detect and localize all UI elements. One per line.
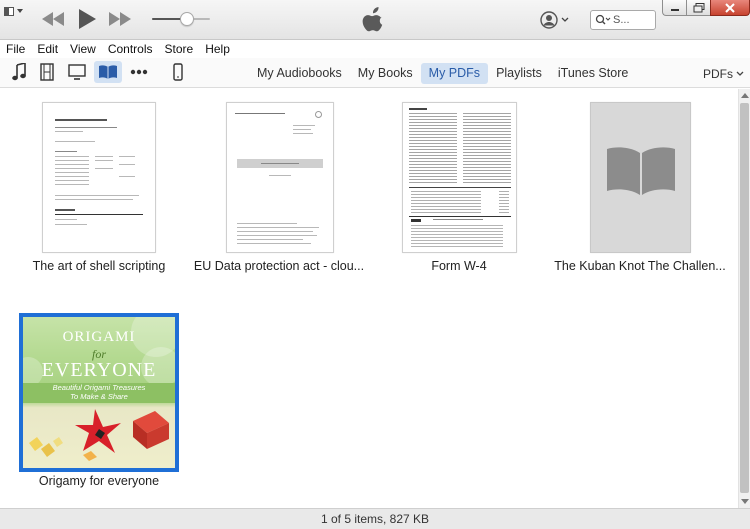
view-selector-label: PDFs [703, 67, 733, 81]
origami-figures-icon [29, 409, 169, 461]
menu-view[interactable]: View [70, 42, 96, 56]
account-icon[interactable] [540, 11, 570, 29]
status-bar: 1 of 5 items, 827 KB [0, 508, 750, 529]
cover-title-line3: EVERYONE [41, 359, 157, 381]
scroll-down-icon[interactable] [741, 499, 749, 504]
menu-store[interactable]: Store [165, 42, 194, 56]
tab-my-audiobooks[interactable]: My Audiobooks [249, 63, 350, 84]
pdf-item[interactable]: Form W-4 [369, 89, 549, 289]
menu-controls[interactable]: Controls [108, 42, 153, 56]
window-menu-icon[interactable] [4, 4, 28, 18]
document-preview [226, 102, 334, 253]
volume-slider[interactable] [152, 12, 210, 26]
cover-subtitle: Beautiful Origami Treasures To Make & Sh… [23, 383, 175, 401]
player-bar: S... [0, 0, 750, 40]
tab-my-pdfs[interactable]: My PDFs [420, 63, 489, 84]
fast-forward-icon[interactable] [108, 9, 132, 29]
more-icon[interactable] [128, 61, 150, 83]
item-title: The Kuban Knot The Challen... [554, 259, 726, 273]
document-preview [42, 102, 156, 253]
device-icon[interactable] [167, 61, 189, 83]
tv-icon[interactable] [66, 61, 88, 83]
menu-file[interactable]: File [6, 42, 25, 56]
menu-edit[interactable]: Edit [37, 42, 58, 56]
media-toolbar: My Audiobooks My Books My PDFs Playlists… [0, 58, 750, 88]
movies-icon[interactable] [36, 61, 58, 83]
books-icon[interactable] [94, 61, 122, 83]
pdf-item[interactable]: The Kuban Knot The Challen... [550, 89, 730, 289]
maximize-icon[interactable] [686, 0, 710, 16]
origami-cover[interactable]: ORIGAMI for EVERYONE Beautiful Origami T… [19, 313, 179, 472]
minimize-icon[interactable] [662, 0, 686, 16]
scrollbar-thumb[interactable] [740, 103, 749, 493]
item-title: The art of shell scripting [32, 259, 166, 273]
book-placeholder-icon [590, 102, 691, 253]
music-icon[interactable] [8, 61, 30, 83]
pdf-item[interactable]: EU Data protection act - clou... [189, 89, 369, 289]
window-buttons [662, 0, 750, 18]
item-title: Origamy for everyone [38, 474, 160, 488]
item-title: EU Data protection act - clou... [193, 259, 365, 273]
search-icon [595, 14, 611, 25]
cover-subtitle-line1: Beautiful Origami Treasures [52, 383, 146, 392]
menu-help[interactable]: Help [205, 42, 230, 56]
pdf-grid: The art of shell scripting EU Data prote… [0, 89, 738, 508]
volume-knob[interactable] [179, 12, 194, 26]
scroll-up-icon[interactable] [741, 93, 749, 98]
cover-title-line1: ORIGAMI [62, 329, 136, 345]
close-icon[interactable] [710, 0, 750, 16]
rewind-icon[interactable] [42, 9, 66, 29]
form-preview [402, 102, 517, 253]
view-selector[interactable]: PDFs [703, 67, 744, 81]
cover-subtitle-line2: To Make & Share [70, 392, 128, 401]
tab-playlists[interactable]: Playlists [488, 63, 550, 84]
tab-my-books[interactable]: My Books [350, 63, 421, 84]
vertical-scrollbar[interactable] [738, 89, 750, 508]
chevron-down-icon [736, 71, 744, 76]
chevron-down-icon [561, 17, 569, 22]
library-tabs: My Audiobooks My Books My PDFs Playlists… [249, 63, 636, 84]
item-title: Form W-4 [431, 259, 487, 273]
menu-bar: File Edit View Controls Store Help [0, 40, 750, 58]
search-placeholder: S... [613, 14, 630, 26]
apple-logo-icon [362, 7, 386, 35]
tab-itunes-store[interactable]: iTunes Store [550, 63, 636, 84]
pdf-item[interactable]: The art of shell scripting [9, 89, 189, 289]
search-input[interactable]: S... [590, 10, 656, 30]
play-icon[interactable] [76, 8, 98, 30]
